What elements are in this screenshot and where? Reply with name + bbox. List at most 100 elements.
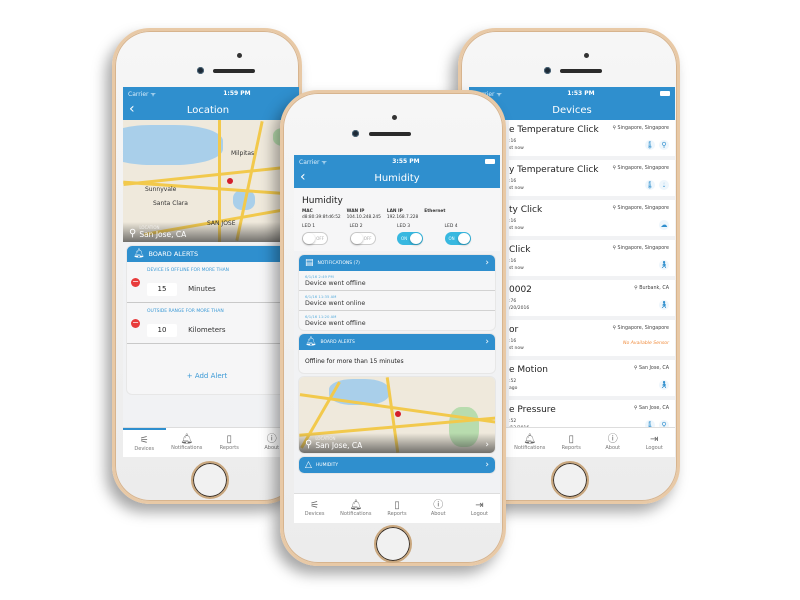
tab-label: Notifications bbox=[340, 511, 372, 517]
proximity-sensor bbox=[237, 53, 242, 58]
tab-devices[interactable]: ⚟ Devices bbox=[123, 428, 166, 457]
tab-label: Reports bbox=[219, 445, 239, 451]
led-toggle[interactable]: OFF bbox=[302, 232, 328, 245]
location-card[interactable]: ⚲ LOCATION San Jose, CA › bbox=[299, 377, 495, 453]
device-last-seen: st now bbox=[509, 146, 524, 151]
report-icon: ▯ bbox=[226, 434, 232, 445]
alert-value-input[interactable]: 15 bbox=[147, 283, 177, 296]
device-location-text: Burbank, CA bbox=[639, 286, 669, 291]
status-bar: Carrier ᯤ 1:59 PM bbox=[123, 87, 299, 100]
tab-about[interactable]: ⓘ About bbox=[592, 428, 634, 457]
device-pin[interactable] bbox=[227, 178, 233, 184]
humidity-header[interactable]: △ HUMIDITY › bbox=[299, 457, 495, 473]
device-list-item[interactable]: ty Click :16 st now ⚲ Singapore, Singapor… bbox=[509, 200, 675, 240]
board-alert-summary: Offline for more than 15 minutes bbox=[305, 358, 404, 365]
device-meta: MAC d8:80:39:8f:d6:52 WAN IP 104.10.248.24… bbox=[294, 209, 500, 220]
board-alerts-header: 🔔︎ BOARD ALERTS bbox=[127, 246, 287, 262]
tab-reports[interactable]: ▯ Reports bbox=[551, 428, 593, 457]
board-alerts-header[interactable]: 🔔︎ BOARD ALERTS › bbox=[299, 334, 495, 350]
home-button[interactable] bbox=[191, 461, 229, 499]
led-toggle[interactable]: ON bbox=[444, 232, 471, 245]
notification-item[interactable]: 6/1/16 11:35 AM Device went online bbox=[299, 291, 495, 311]
notification-item[interactable]: 6/1/16 2:49 PM Device went offline bbox=[299, 271, 495, 291]
back-button[interactable]: ‹ bbox=[129, 102, 135, 116]
device-list-item[interactable]: 0002 :76/20/2016 ⚲ Burbank, CA 🚶︎ bbox=[509, 280, 675, 320]
page-title: Humidity bbox=[374, 172, 420, 184]
tab-label: About bbox=[430, 511, 446, 517]
tab-notifications[interactable]: 🔔︎ Notifications bbox=[509, 428, 551, 457]
device-list-item[interactable]: or :16 st now ⚲ Singapore, Singapore No A… bbox=[509, 320, 675, 360]
add-alert-button[interactable]: + Add Alert bbox=[127, 344, 287, 394]
notification-item[interactable]: 6/1/16 11:20 AM Device went offline bbox=[299, 311, 495, 330]
device-subtitle: :16 st now bbox=[509, 218, 524, 232]
alert-value-input[interactable]: 10 bbox=[147, 324, 177, 337]
cloud-icon: ☁︎ bbox=[659, 220, 669, 230]
chevron-right-icon: › bbox=[485, 258, 489, 268]
proximity-sensor bbox=[584, 53, 589, 58]
phone-location: Carrier ᯤ 1:59 PM ‹ Location Milpitas Su… bbox=[112, 28, 302, 504]
device-location: ⚲ Singapore, Singapore bbox=[612, 246, 670, 251]
led-toggle[interactable]: OFF bbox=[349, 232, 376, 245]
back-button[interactable]: ‹ bbox=[300, 170, 306, 184]
location-map[interactable]: ⚲ LOCATION San Jose, CA › bbox=[299, 377, 495, 453]
device-name: e Motion bbox=[509, 365, 548, 375]
device-list-item[interactable]: y Temperature Click :16 st now ⚲ Singapor… bbox=[509, 160, 675, 200]
device-location: ⚲ Singapore, Singapore bbox=[612, 326, 670, 331]
tab-notifications[interactable]: 🔔︎ Notifications bbox=[166, 428, 209, 457]
alert-caption: OUTSIDE RANGE FOR MORE THAN bbox=[147, 309, 224, 314]
tab-logout[interactable]: ⇥ Logout bbox=[634, 428, 676, 457]
home-button[interactable] bbox=[374, 525, 412, 563]
device-list-item[interactable]: e Motion :52 ago ⚲ San Jose, CA 🚶︎ bbox=[509, 360, 675, 400]
device-mac: :16 bbox=[509, 219, 517, 224]
tab-notifications[interactable]: 🔔︎ Notifications bbox=[335, 494, 376, 523]
sliders-icon: ⚟ bbox=[310, 500, 320, 511]
device-mac: :16 bbox=[509, 259, 517, 264]
tab-reports[interactable]: ▯ Reports bbox=[208, 428, 251, 457]
earpiece-speaker bbox=[213, 69, 255, 73]
toggle-state: OFF bbox=[363, 236, 372, 241]
led-toggle[interactable]: ON bbox=[397, 232, 423, 245]
map-label: Santa Clara bbox=[153, 200, 188, 207]
device-location: ⚲ Singapore, Singapore bbox=[612, 206, 670, 211]
device-name: e Pressure bbox=[509, 405, 556, 415]
device-list-item[interactable]: Click :16 st now ⚲ Singapore, Singapore 🚶… bbox=[509, 240, 675, 280]
toggle-state: OFF bbox=[316, 236, 324, 241]
map-label: Sunnyvale bbox=[145, 186, 177, 193]
meta-wan-ip: WAN IP 104.10.248.245 bbox=[347, 209, 381, 220]
alert-caption: DEVICE IS OFFLINE FOR MORE THAN bbox=[147, 268, 230, 273]
tab-about[interactable]: ⓘ About bbox=[418, 494, 459, 523]
tab-logout[interactable]: ⇥ Logout bbox=[459, 494, 500, 523]
carrier-label: Carrier ᯤ bbox=[299, 158, 327, 166]
notification-message: Device went online bbox=[305, 300, 366, 307]
battery-icon bbox=[659, 91, 670, 96]
notifications-card: ▤ NOTIFICATIONS (7) › 6/1/16 2:49 PM Devi… bbox=[299, 255, 495, 330]
app-showcase: Carrier ᯤ 1:59 PM ‹ Location Milpitas Su… bbox=[0, 0, 800, 600]
device-name: Click bbox=[509, 245, 531, 255]
location-text: LOCATION San Jose, CA bbox=[315, 436, 362, 450]
tab-reports[interactable]: ▯ Reports bbox=[376, 494, 417, 523]
walking-icon: 🚶︎ bbox=[659, 380, 669, 390]
led-label: LED 3 bbox=[397, 224, 411, 229]
remove-alert-button[interactable]: − bbox=[131, 277, 140, 287]
humidity-card[interactable]: △ HUMIDITY › bbox=[299, 457, 495, 473]
front-camera bbox=[197, 67, 204, 74]
device-name: ty Click bbox=[509, 205, 543, 215]
device-mac: :16 bbox=[509, 179, 517, 184]
front-camera bbox=[544, 67, 551, 74]
bell-icon: 🔔︎ bbox=[133, 249, 145, 259]
led-4: LED 4 ON bbox=[444, 224, 493, 245]
tab-devices[interactable]: ⚟ Devices bbox=[294, 494, 335, 523]
home-button[interactable] bbox=[551, 461, 589, 499]
alert-row: − OUTSIDE RANGE FOR MORE THAN 10 Kilomet… bbox=[127, 303, 287, 344]
screen-location: Carrier ᯤ 1:59 PM ‹ Location Milpitas Su… bbox=[123, 87, 299, 457]
location-map[interactable]: Milpitas Sunnyvale Santa Clara SAN JOSE … bbox=[123, 120, 299, 242]
alert-unit: Kilometers bbox=[188, 326, 226, 334]
carrier-label: Carrier ᯤ bbox=[128, 90, 156, 98]
device-list-item[interactable]: e Temperature Click :16 st now ⚲ Singapor… bbox=[509, 120, 675, 160]
status-bar: Carrier ᯤ 1:53 PM bbox=[469, 87, 675, 100]
remove-alert-button[interactable]: − bbox=[131, 318, 140, 328]
device-pin[interactable] bbox=[395, 411, 401, 417]
notifications-header[interactable]: ▤ NOTIFICATIONS (7) › bbox=[299, 255, 495, 271]
walking-icon: 🚶︎ bbox=[659, 300, 669, 310]
device-location-text: Singapore, Singapore bbox=[617, 166, 669, 171]
